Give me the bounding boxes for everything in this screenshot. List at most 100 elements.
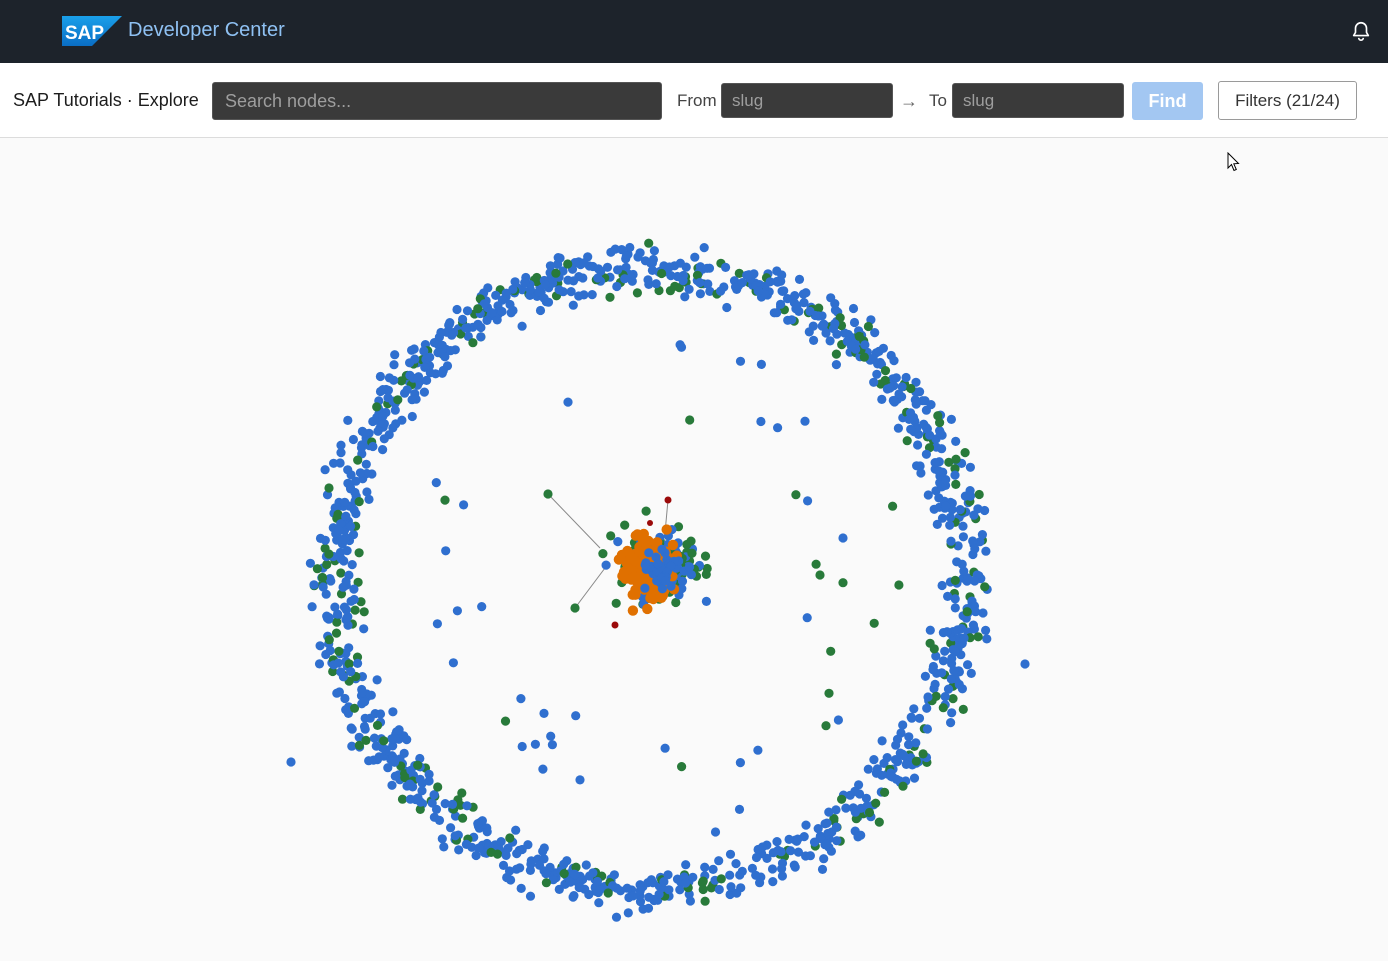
graph-node[interactable]: [578, 273, 588, 283]
graph-node[interactable]: [803, 496, 813, 506]
graph-node[interactable]: [632, 288, 643, 298]
graph-node[interactable]: [415, 774, 425, 785]
graph-node[interactable]: [341, 705, 351, 715]
graph-node[interactable]: [699, 243, 709, 253]
graph-node[interactable]: [315, 641, 325, 651]
graph-node[interactable]: [945, 512, 956, 522]
graph-node[interactable]: [601, 560, 611, 570]
graph-node[interactable]: [354, 548, 364, 558]
graph-node[interactable]: [700, 896, 710, 906]
graph-node[interactable]: [960, 448, 970, 458]
graph-node[interactable]: [431, 478, 441, 488]
graph-node[interactable]: [643, 275, 653, 285]
graph-node[interactable]: [506, 308, 516, 318]
graph-node[interactable]: [349, 505, 359, 515]
graph-node[interactable]: [459, 500, 469, 510]
graph-node[interactable]: [937, 513, 948, 523]
graph-node[interactable]: [340, 497, 350, 507]
graph-node[interactable]: [832, 836, 842, 846]
graph-node[interactable]: [980, 582, 990, 592]
graph-node[interactable]: [901, 759, 911, 770]
graph-node[interactable]: [821, 839, 832, 849]
graph-node[interactable]: [660, 743, 670, 753]
graph-node[interactable]: [790, 291, 800, 301]
graph-node[interactable]: [473, 319, 483, 329]
graph-canvas[interactable]: [0, 138, 1388, 961]
graph-node[interactable]: [462, 306, 473, 316]
graph-node[interactable]: [444, 319, 454, 329]
graph-node[interactable]: [913, 440, 923, 450]
graph-node[interactable]: [765, 277, 775, 287]
graph-node[interactable]: [940, 646, 950, 656]
graph-node[interactable]: [952, 557, 962, 567]
graph-node[interactable]: [581, 860, 591, 870]
graph-node[interactable]: [644, 548, 654, 558]
graph-node[interactable]: [329, 458, 339, 468]
graph-node[interactable]: [951, 436, 961, 446]
graph-node[interactable]: [757, 842, 768, 852]
graph-node[interactable]: [930, 679, 940, 690]
graph-node[interactable]: [773, 845, 783, 856]
graph-node[interactable]: [609, 870, 620, 880]
graph-node[interactable]: [946, 674, 956, 684]
graph-node[interactable]: [950, 603, 960, 613]
graph-node[interactable]: [378, 445, 388, 455]
graph-node[interactable]: [681, 860, 691, 870]
graph-node[interactable]: [331, 628, 342, 638]
graph-node[interactable]: [915, 387, 925, 397]
graph-node[interactable]: [407, 345, 417, 355]
graph-node[interactable]: [333, 609, 343, 619]
graph-node[interactable]: [930, 458, 940, 468]
graph-node[interactable]: [569, 891, 579, 901]
graph-node[interactable]: [317, 572, 328, 583]
graph-node[interactable]: [923, 692, 933, 702]
graph-node[interactable]: [530, 739, 541, 749]
graph-node[interactable]: [644, 238, 654, 248]
graph-node[interactable]: [751, 870, 761, 880]
graph-node[interactable]: [491, 290, 501, 300]
graph-node[interactable]: [389, 360, 399, 370]
graph-node[interactable]: [379, 736, 389, 746]
graph-node[interactable]: [821, 721, 831, 731]
graph-node[interactable]: [541, 869, 551, 879]
graph-node[interactable]: [837, 794, 847, 804]
graph-node[interactable]: [833, 715, 844, 725]
graph-node[interactable]: [570, 603, 580, 613]
graph-node[interactable]: [324, 635, 334, 645]
graph-node[interactable]: [378, 385, 388, 395]
graph-node[interactable]: [359, 607, 369, 617]
graph-node[interactable]: [826, 646, 836, 656]
graph-node[interactable]: [799, 298, 809, 308]
graph-node[interactable]: [817, 864, 828, 875]
graph-node[interactable]: [948, 694, 958, 704]
graph-node[interactable]: [424, 776, 434, 786]
graph-node[interactable]: [314, 659, 325, 669]
graph-node[interactable]: [405, 779, 415, 789]
graph-node[interactable]: [734, 804, 745, 815]
graph-node[interactable]: [555, 253, 565, 263]
graph-node[interactable]: [606, 531, 616, 541]
graph-node[interactable]: [863, 764, 873, 774]
graph-node[interactable]: [890, 755, 901, 765]
graph-node[interactable]: [848, 303, 859, 314]
graph-node[interactable]: [332, 688, 342, 698]
graph-node[interactable]: [889, 397, 900, 407]
graph-node[interactable]: [347, 560, 357, 570]
graph-node[interactable]: [710, 827, 721, 837]
graph-node[interactable]: [773, 423, 783, 433]
graph-node[interactable]: [611, 621, 619, 629]
graph-node[interactable]: [654, 889, 664, 899]
graph-node[interactable]: [801, 288, 811, 298]
graph-node[interactable]: [880, 375, 890, 385]
graph-node[interactable]: [648, 585, 659, 596]
graph-node[interactable]: [767, 864, 778, 874]
graph-node[interactable]: [571, 711, 581, 721]
graph-node[interactable]: [627, 605, 639, 616]
graph-node[interactable]: [361, 459, 371, 469]
graph-node[interactable]: [384, 373, 394, 383]
graph-node[interactable]: [809, 335, 819, 345]
graph-node[interactable]: [390, 350, 400, 360]
graph-node[interactable]: [891, 740, 901, 750]
graph-node[interactable]: [935, 418, 945, 428]
graph-node[interactable]: [819, 854, 829, 864]
